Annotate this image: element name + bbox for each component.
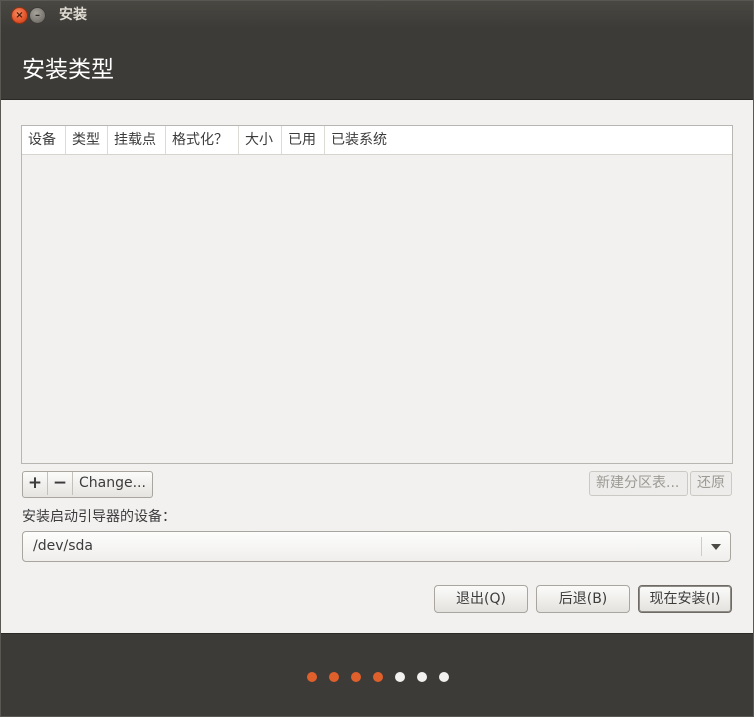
step-progress-indicator xyxy=(307,672,449,682)
column-header-used[interactable]: 已用 xyxy=(282,126,325,154)
back-button[interactable]: 后退(B) xyxy=(536,585,630,613)
new-partition-table-button[interactable]: 新建分区表... xyxy=(589,471,688,496)
window-title: 安装 xyxy=(59,7,87,23)
column-header-format[interactable]: 格式化？ xyxy=(166,126,239,154)
bootloader-device-label: 安装启动引导器的设备： xyxy=(22,509,176,525)
installer-window: × – 安装 安装类型 设备 类型 挂载点 格式化？ 大小 已用 已装系统 + … xyxy=(0,0,754,717)
change-partition-button[interactable]: Change... xyxy=(73,472,152,495)
column-header-mount-point[interactable]: 挂载点 xyxy=(108,126,166,154)
close-icon[interactable]: × xyxy=(11,7,28,24)
page-title: 安装类型 xyxy=(22,57,114,83)
progress-footer xyxy=(0,633,754,717)
remove-partition-button[interactable]: − xyxy=(48,472,73,495)
partition-table[interactable]: 设备 类型 挂载点 格式化？ 大小 已用 已装系统 xyxy=(21,125,733,464)
minimize-icon[interactable]: – xyxy=(29,7,46,24)
dropdown-arrow-icon xyxy=(711,544,721,550)
progress-dot xyxy=(395,672,405,682)
progress-dot xyxy=(417,672,427,682)
column-header-device[interactable]: 设备 xyxy=(22,126,66,154)
column-header-size[interactable]: 大小 xyxy=(239,126,282,154)
window-header: × – 安装 安装类型 xyxy=(0,0,754,100)
add-partition-button[interactable]: + xyxy=(23,472,48,495)
progress-dot xyxy=(439,672,449,682)
progress-dot xyxy=(329,672,339,682)
progress-dot xyxy=(351,672,361,682)
quit-button[interactable]: 退出(Q) xyxy=(434,585,528,613)
select-divider xyxy=(701,537,702,556)
column-header-installed-system[interactable]: 已装系统 xyxy=(325,126,732,154)
progress-dot xyxy=(373,672,383,682)
install-now-button[interactable]: 现在安装(I) xyxy=(638,585,732,613)
partition-table-header: 设备 类型 挂载点 格式化？ 大小 已用 已装系统 xyxy=(22,126,732,155)
revert-button[interactable]: 还原 xyxy=(690,471,732,496)
bootloader-device-value: /dev/sda xyxy=(33,538,93,554)
bootloader-device-select[interactable]: /dev/sda xyxy=(22,531,731,562)
partition-toolbar: + − Change... xyxy=(22,471,153,498)
progress-dot xyxy=(307,672,317,682)
column-header-type[interactable]: 类型 xyxy=(66,126,108,154)
